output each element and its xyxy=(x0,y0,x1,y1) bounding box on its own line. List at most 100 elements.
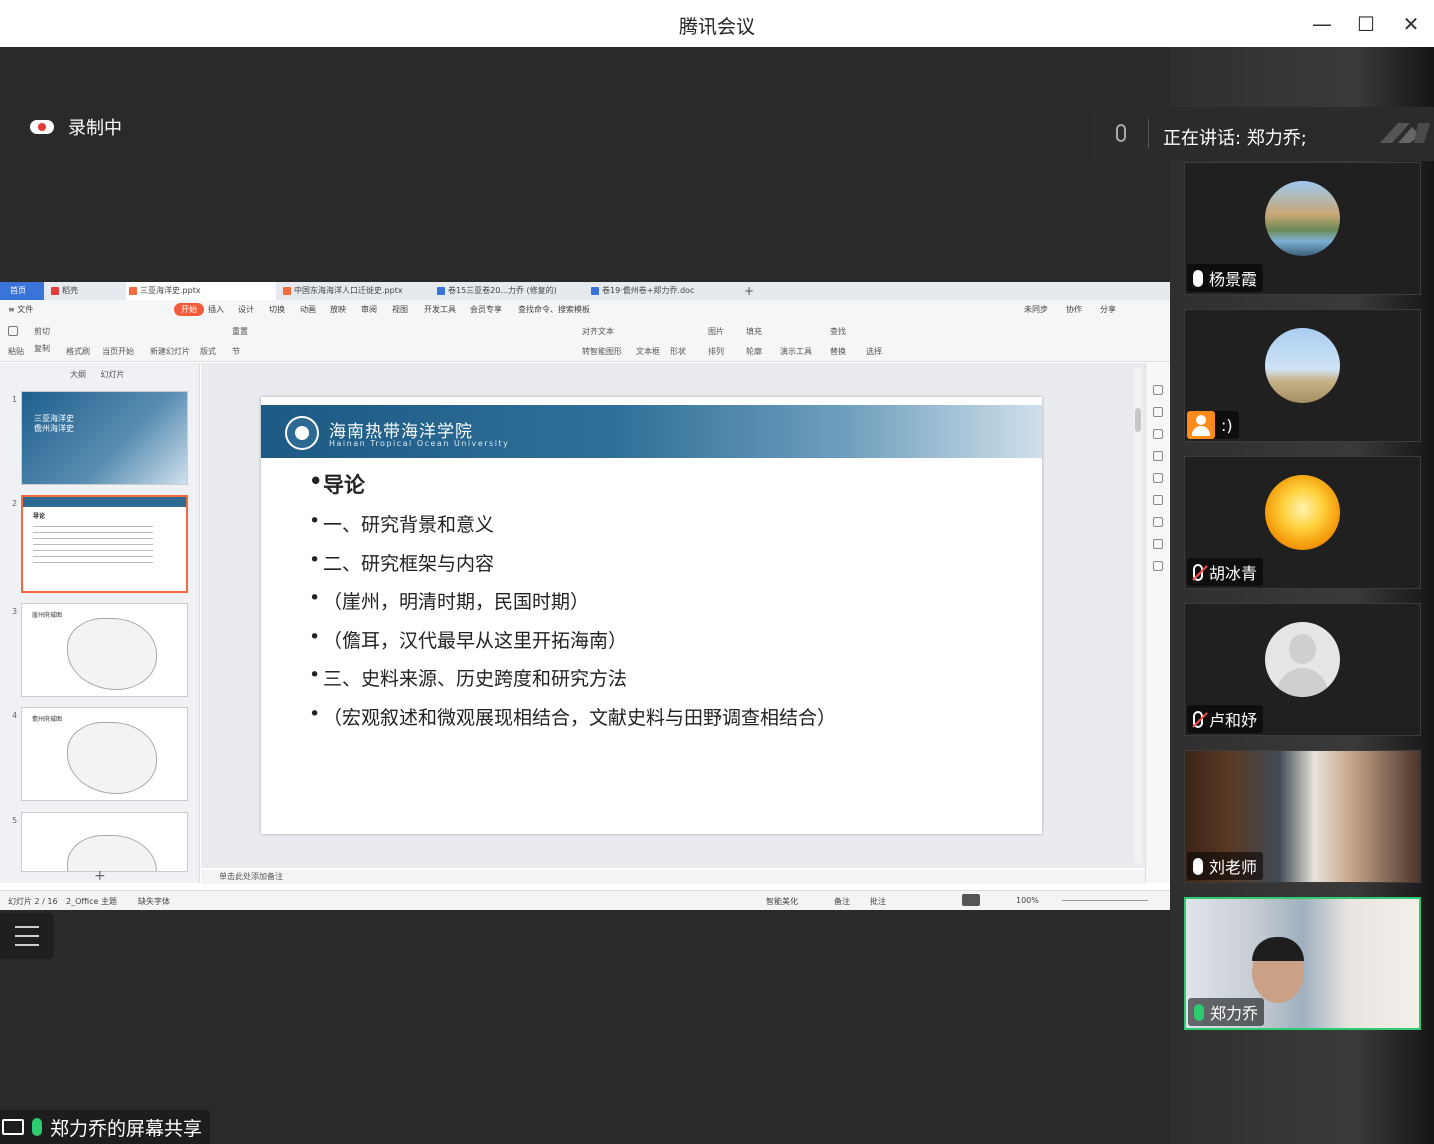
reset-button[interactable]: 重置 xyxy=(232,326,248,337)
current-slide[interactable]: 海南热带海洋学院 Hainan Tropical Ocean Universit… xyxy=(261,397,1042,834)
outline-button[interactable]: 轮廓 xyxy=(746,346,762,357)
list-menu-button[interactable] xyxy=(0,913,54,959)
menu-show[interactable]: 放映 xyxy=(330,304,346,315)
from-current-button[interactable]: 当页开始 xyxy=(102,346,134,357)
participant-name: 胡冰青 xyxy=(1209,564,1258,583)
comments-toggle[interactable]: 批注 xyxy=(870,896,886,907)
format-painter-button[interactable]: 格式刷 xyxy=(66,346,90,357)
tab-slides[interactable]: 幻灯片 xyxy=(101,370,125,379)
play-button[interactable] xyxy=(962,894,980,906)
add-slide-button[interactable]: + xyxy=(94,868,106,884)
menu-review[interactable]: 审阅 xyxy=(361,304,377,315)
menu-member[interactable]: 会员专享 xyxy=(470,304,502,315)
tool-icon[interactable] xyxy=(1153,561,1163,571)
present-tools-button[interactable]: 演示工具 xyxy=(780,346,812,357)
tool-icon[interactable] xyxy=(1153,517,1163,527)
participant-tile[interactable]: :) xyxy=(1184,309,1421,442)
slide-position: 幻灯片 2 / 16 xyxy=(8,897,58,906)
sync-status[interactable]: 未同步 xyxy=(1024,304,1048,315)
shape-button[interactable]: 形状 xyxy=(670,346,686,357)
tab-doc[interactable]: 中国东海海洋人口迁徙史.pptx xyxy=(280,282,430,300)
tab-label: 三亚海洋史.pptx xyxy=(140,286,201,295)
replace-button[interactable]: 替换 xyxy=(830,346,846,357)
share-button[interactable]: 分享 xyxy=(1100,304,1116,315)
participant-tile[interactable]: 卢和妤 xyxy=(1184,603,1421,736)
missing-font-button[interactable]: 缺失字体 xyxy=(138,896,170,907)
bullet-item: （儋耳，汉代最早从这里开拓海南） xyxy=(309,626,836,665)
minimize-button[interactable]: — xyxy=(1307,10,1337,38)
slide-canvas[interactable]: 海南热带海洋学院 Hainan Tropical Ocean Universit… xyxy=(201,363,1145,868)
slide-thumb-2[interactable]: 导论 xyxy=(21,495,188,593)
status-bar: 幻灯片 2 / 16 2_Office 主题 缺失字体 智能美化 备注 批注 1… xyxy=(0,890,1170,910)
tool-icon[interactable] xyxy=(1153,407,1163,417)
tab-doc[interactable]: 卷19·儋州卷+郑力乔.doc xyxy=(588,282,738,300)
to-smartart-button[interactable]: 转智能图形 xyxy=(582,346,622,357)
menu-design[interactable]: 设计 xyxy=(238,304,254,315)
new-slide-button[interactable]: 新建幻灯片 xyxy=(150,346,190,357)
mic-icon xyxy=(1193,857,1203,875)
menu-insert[interactable]: 插入 xyxy=(208,304,224,315)
participant-tile[interactable]: 刘老师 xyxy=(1184,750,1421,883)
tool-icon[interactable] xyxy=(1153,539,1163,549)
notes-area[interactable]: 单击此处添加备注 xyxy=(201,870,1145,884)
tab-outline[interactable]: 大纲 xyxy=(70,370,86,379)
participant-name: 卢和妤 xyxy=(1209,711,1258,730)
recording-label: 录制中 xyxy=(68,118,122,139)
fill-button[interactable]: 填充 xyxy=(746,326,762,337)
participant-tile-active[interactable]: 郑力乔 xyxy=(1184,897,1421,1030)
tool-icon[interactable] xyxy=(1153,429,1163,439)
tool-icon[interactable] xyxy=(1153,495,1163,505)
thumb-number: 1 xyxy=(12,395,18,404)
collab-button[interactable]: 协作 xyxy=(1066,304,1082,315)
find-button[interactable]: 查找 xyxy=(830,326,846,337)
slide-thumb-4[interactable]: 儋州府城图 xyxy=(21,707,188,801)
vertical-scrollbar[interactable] xyxy=(1134,368,1142,863)
map-image xyxy=(67,618,157,690)
slide-thumb-1[interactable]: 三亚海洋史 儋州海洋史 xyxy=(21,391,188,485)
map-image xyxy=(67,722,157,794)
close-button[interactable]: ✕ xyxy=(1396,10,1426,38)
tab-home[interactable]: 首页 xyxy=(0,282,44,300)
maximize-button[interactable]: ☐ xyxy=(1351,10,1381,38)
participant-tile[interactable]: 杨景霞 xyxy=(1184,162,1421,295)
align-text-button[interactable]: 对齐文本 xyxy=(582,326,614,337)
menu-start[interactable]: 开始 xyxy=(174,303,204,316)
command-search[interactable]: 查找命令、搜索模板 xyxy=(518,304,590,315)
beautify-button[interactable]: 智能美化 xyxy=(766,896,798,907)
slide-thumb-3[interactable]: 崖州府城图 xyxy=(21,603,188,697)
tool-icon[interactable] xyxy=(1153,473,1163,483)
tab-jike[interactable]: 稻壳 xyxy=(48,282,122,300)
textbox-button[interactable]: 文本框 xyxy=(636,346,660,357)
cut-button[interactable]: 剪切 xyxy=(34,326,50,337)
menu-file[interactable]: ≡ 文件 xyxy=(8,304,33,315)
tool-icon[interactable] xyxy=(1153,385,1163,395)
copy-button[interactable]: 复制 xyxy=(34,343,50,354)
layout-button[interactable]: 版式 xyxy=(200,346,216,357)
tab-doc[interactable]: 卷15三亚卷20...力乔 (修复的) xyxy=(434,282,584,300)
recording-indicator[interactable]: 录制中 xyxy=(30,116,122,139)
slide-thumb-5[interactable] xyxy=(21,812,188,872)
scroll-thumb[interactable] xyxy=(1135,408,1141,432)
tool-icon[interactable] xyxy=(1153,451,1163,461)
notes-toggle[interactable]: 备注 xyxy=(834,896,850,907)
menu-anim[interactable]: 动画 xyxy=(300,304,316,315)
menu-switch[interactable]: 切换 xyxy=(269,304,285,315)
participant-tile[interactable]: 胡冰青 xyxy=(1184,456,1421,589)
mic-icon[interactable] xyxy=(1116,124,1126,142)
zoom-slider[interactable] xyxy=(1062,900,1148,901)
zoom-level[interactable]: 100% xyxy=(1016,896,1039,905)
paste-button[interactable]: 粘贴 xyxy=(8,346,24,357)
picture-button[interactable]: 图片 xyxy=(708,326,724,337)
menu-view[interactable]: 视图 xyxy=(392,304,408,315)
section-button[interactable]: 节 xyxy=(232,346,240,357)
new-tab-button[interactable]: + xyxy=(744,282,758,300)
paste-icon[interactable] xyxy=(8,326,20,336)
tab-doc-active[interactable]: 三亚海洋史.pptx xyxy=(126,282,276,300)
avatar xyxy=(1265,622,1340,697)
theme-name: 2_Office 主题 xyxy=(66,897,117,906)
mic-icon xyxy=(1193,269,1203,287)
arrange-button[interactable]: 排列 xyxy=(708,346,724,357)
menu-devtools[interactable]: 开发工具 xyxy=(424,304,456,315)
thumb-number: 3 xyxy=(12,607,18,616)
select-button[interactable]: 选择 xyxy=(866,346,882,357)
